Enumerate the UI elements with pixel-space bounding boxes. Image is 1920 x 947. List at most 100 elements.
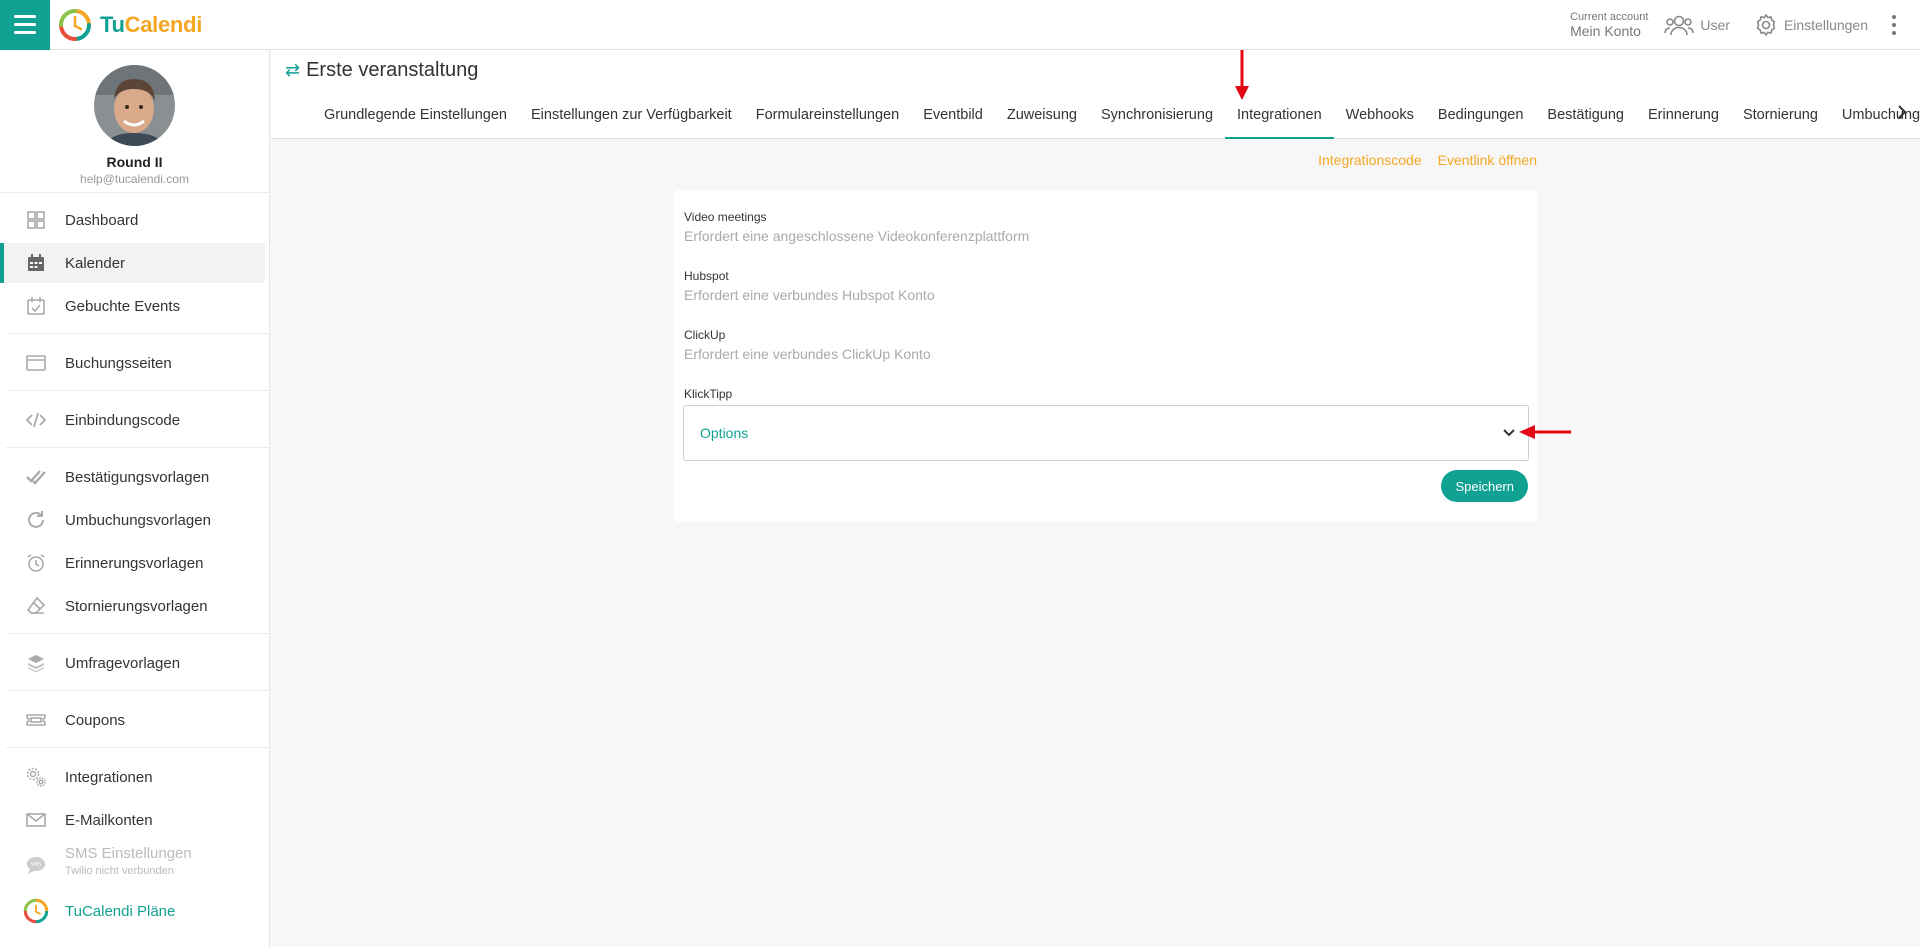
divider	[6, 747, 269, 748]
browser-window-icon	[26, 355, 46, 371]
divider	[6, 690, 269, 691]
ticket-icon	[26, 714, 46, 726]
chevron-right-icon[interactable]	[1896, 104, 1908, 120]
divider	[6, 333, 269, 334]
sidebar: Round II help@tucalendi.com Dashboard Ka…	[0, 50, 270, 947]
sidebar-item-label: Umbuchungsvorlagen	[65, 511, 211, 529]
klicktipp-label: KlickTipp	[684, 387, 733, 401]
logo[interactable]: TuCalendi	[58, 8, 202, 42]
sidebar-item-label: Erinnerungsvorlagen	[65, 554, 204, 572]
refresh-icon	[28, 511, 44, 528]
sidebar-item-einbindungscode[interactable]: Einbindungscode	[4, 400, 265, 440]
sidebar-item-umfragevorlagen[interactable]: Umfragevorlagen	[4, 643, 265, 683]
tab-bedingungen[interactable]: Bedingungen	[1438, 90, 1523, 139]
tab-eventbild[interactable]: Eventbild	[923, 90, 983, 139]
tab-erinnerung[interactable]: Erinnerung	[1648, 90, 1719, 139]
current-account[interactable]: Current account Mein Konto	[1570, 10, 1649, 38]
divider	[6, 633, 269, 634]
layers-icon	[28, 655, 44, 673]
sidebar-item-umbuchungsvorlagen[interactable]: Umbuchungsvorlagen	[4, 500, 265, 540]
clickup-label: ClickUp	[684, 328, 726, 342]
sidebar-item-integrationen[interactable]: Integrationen	[4, 757, 265, 797]
divider	[6, 390, 269, 391]
sidebar-item-label: Umfragevorlagen	[65, 654, 181, 672]
alarm-clock-icon	[27, 554, 45, 572]
integration-code-link[interactable]: Integrationscode	[1318, 152, 1422, 168]
code-icon	[26, 412, 46, 428]
tab-bestaetigung[interactable]: Bestätigung	[1547, 90, 1624, 139]
save-button[interactable]: Speichern	[1441, 470, 1528, 502]
sidebar-item-label: E-Mailkonten	[65, 811, 153, 829]
sidebar-item-label: Stornierungsvorlagen	[65, 597, 208, 615]
sidebar-item-bestaetigungsvorlagen[interactable]: Bestätigungsvorlagen	[4, 457, 265, 497]
logo-text-calendi: Calendi	[124, 11, 203, 37]
hubspot-desc: Erfordert eine verbundes Hubspot Konto	[684, 287, 935, 303]
sidebar-item-label: Coupons	[65, 711, 126, 729]
sidebar-item-e-mailkonten[interactable]: E-Mailkonten	[4, 800, 265, 840]
sidebar-item-coupons[interactable]: Coupons	[4, 700, 265, 740]
tab-umbuchung[interactable]: Umbuchung	[1842, 90, 1920, 139]
sidebar-item-gebuchte-events[interactable]: Gebuchte Events	[4, 286, 265, 326]
tucalendi-logo-icon	[59, 8, 91, 41]
profile-email: help@tucalendi.com	[80, 172, 189, 186]
chevron-down-icon	[1503, 429, 1515, 437]
tab-bar: Grundlegende Einstellungen Einstellungen…	[271, 90, 1920, 139]
settings-button[interactable]: Einstellungen	[1754, 13, 1868, 37]
tab-webhooks[interactable]: Webhooks	[1346, 90, 1414, 139]
sidebar-item-label: Buchungsseiten	[65, 354, 172, 372]
svg-text:SMS: SMS	[31, 862, 42, 868]
sidebar-item-buchungsseiten[interactable]: Buchungsseiten	[4, 343, 265, 383]
open-eventlink-link[interactable]: Eventlink öffnen	[1438, 152, 1537, 168]
klicktipp-select[interactable]: Options	[683, 405, 1529, 461]
sidebar-item-label: Bestätigungsvorlagen	[65, 468, 210, 486]
sidebar-item-label: Dashboard	[65, 211, 139, 229]
annotation-arrow-left-icon	[1519, 425, 1571, 439]
eraser-icon	[26, 596, 46, 614]
sidebar-item-kalender[interactable]: Kalender	[4, 243, 265, 283]
account-caption: Current account	[1570, 10, 1649, 23]
hubspot-label: Hubspot	[684, 269, 729, 283]
user-label: User	[1700, 16, 1730, 33]
swap-arrows-icon: ⇄	[285, 60, 301, 80]
klicktipp-select-value: Options	[700, 425, 749, 441]
sidebar-item-erinnerungsvorlagen[interactable]: Erinnerungsvorlagen	[4, 543, 265, 583]
profile-name: Round II	[106, 154, 163, 170]
avatar[interactable]	[94, 65, 175, 146]
profile-card: Round II help@tucalendi.com	[0, 50, 269, 193]
tab-zuweisung[interactable]: Zuweisung	[1007, 90, 1077, 139]
sidebar-item-stornierungsvorlagen[interactable]: Stornierungsvorlagen	[4, 586, 265, 626]
page-title: Erste veranstaltung	[306, 59, 479, 81]
calendar-check-icon	[27, 297, 45, 315]
tab-grundlegende-einstellungen[interactable]: Grundlegende Einstellungen	[324, 90, 507, 139]
sms-settings-label: SMS Einstellungen	[65, 845, 192, 862]
sidebar-item-label: Integrationen	[65, 768, 153, 786]
tucalendi-logo-icon	[23, 898, 49, 924]
sms-bubble-icon: SMS	[27, 857, 45, 874]
tab-synchronisierung[interactable]: Synchronisierung	[1101, 90, 1213, 139]
video-meetings-desc: Erfordert eine angeschlossene Videokonfe…	[684, 228, 1030, 244]
sidebar-item-dashboard[interactable]: Dashboard	[4, 200, 265, 240]
tab-formulareinstellungen[interactable]: Formulareinstellungen	[756, 90, 899, 139]
sidebar-item-sms-einstellungen: SMS SMS Einstellungen Twilio nicht verbu…	[4, 843, 265, 883]
calendar-icon	[28, 254, 44, 271]
integrations-card: Video meetings Erfordert eine angeschlos…	[674, 190, 1538, 522]
user-menu-button[interactable]: User	[1664, 14, 1730, 36]
sms-settings-sub: Twilio nicht verbunden	[65, 865, 174, 877]
sidebar-item-tucalendi-plaene[interactable]: TuCalendi Pläne	[4, 891, 265, 931]
more-options-icon[interactable]	[1892, 14, 1896, 35]
hamburger-menu-icon[interactable]	[0, 0, 50, 50]
video-meetings-label: Video meetings	[684, 210, 767, 224]
clickup-desc: Erfordert eine verbundes ClickUp Konto	[684, 346, 931, 362]
sidebar-item-label: Einbindungscode	[65, 411, 181, 429]
divider	[6, 447, 269, 448]
tab-stornierung[interactable]: Stornierung	[1743, 90, 1818, 139]
header-links: Integrationscode Eventlink öffnen	[1318, 152, 1537, 168]
gear-icon	[1756, 13, 1776, 36]
tab-verfuegbarkeit[interactable]: Einstellungen zur Verfügbarkeit	[531, 90, 732, 139]
sidebar-item-label: Gebuchte Events	[65, 297, 181, 315]
double-check-icon	[26, 470, 46, 485]
page-header: ⇄ Erste veranstaltung Grundlegende Einst…	[271, 50, 1920, 139]
top-bar: TuCalendi Current account Mein Konto Use…	[0, 0, 1920, 50]
sidebar-item-label: Kalender	[65, 254, 126, 272]
logo-text-tu: Tu	[100, 11, 125, 37]
